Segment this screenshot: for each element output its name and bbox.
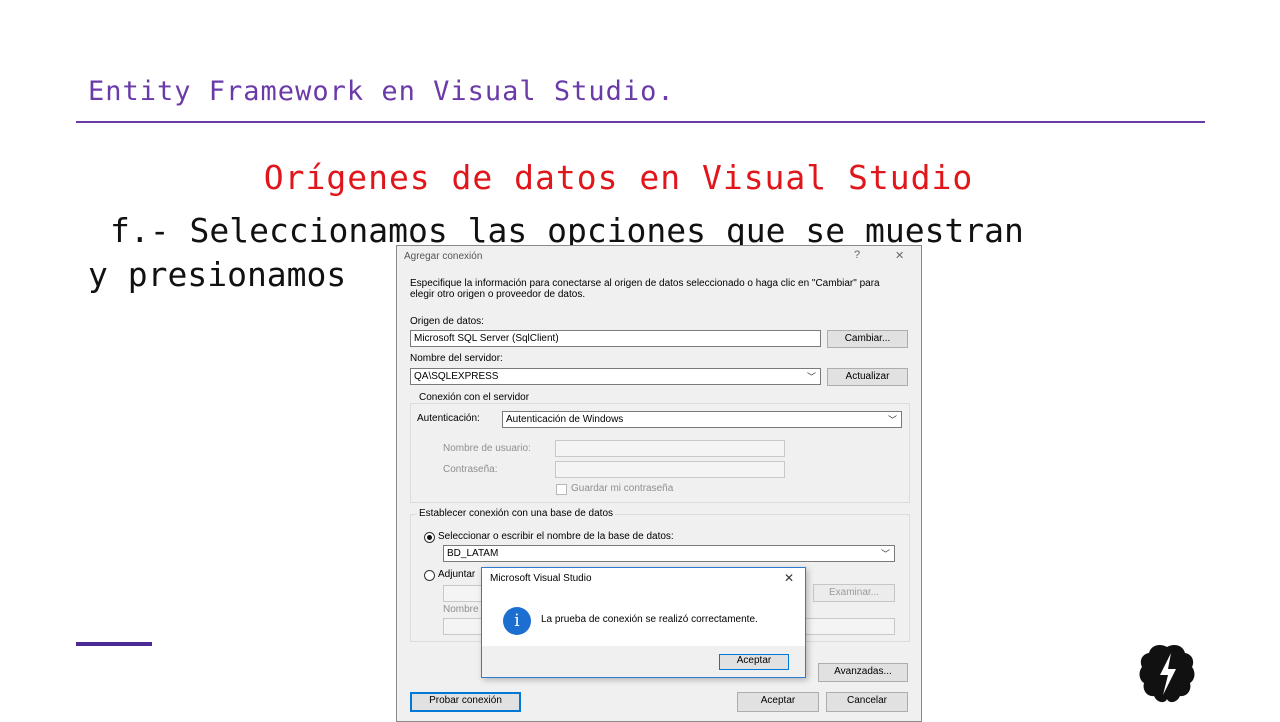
title-divider	[76, 121, 1205, 123]
refresh-button[interactable]: Actualizar	[827, 368, 908, 386]
save-password-checkbox[interactable]	[556, 484, 567, 495]
message-ok-button[interactable]: Aceptar	[719, 654, 789, 670]
attach-database-label: Adjuntar	[438, 569, 476, 580]
chevron-down-icon: ﹀	[887, 415, 897, 425]
chevron-down-icon: ﹀	[880, 549, 890, 559]
cancel-button[interactable]: Cancelar	[826, 692, 908, 712]
data-source-field: Microsoft SQL Server (SqlClient)	[410, 330, 821, 347]
ok-button[interactable]: Aceptar	[737, 692, 819, 712]
password-label: Contraseña:	[443, 464, 498, 475]
change-button[interactable]: Cambiar...	[827, 330, 908, 348]
help-button[interactable]: ?	[854, 249, 860, 261]
server-name-label: Nombre del servidor:	[410, 353, 503, 364]
connection-test-message-box: Microsoft Visual Studio ✕ i La prueba de…	[481, 567, 806, 678]
dialog-close-button[interactable]: ✕	[895, 249, 904, 262]
info-icon: i	[503, 607, 531, 635]
authentication-value: Autenticación de Windows	[506, 414, 624, 425]
database-name-value: BD_LATAM	[447, 548, 499, 559]
password-input[interactable]	[555, 461, 785, 478]
brain-logo-icon	[1139, 645, 1195, 703]
slide-subtitle: Orígenes de datos en Visual Studio	[263, 158, 974, 197]
dialog-title: Agregar conexión	[404, 251, 483, 262]
dialog-description: Especifique la información para conectar…	[410, 278, 880, 300]
browse-button[interactable]: Examinar...	[813, 584, 895, 602]
attach-database-radio[interactable]	[424, 570, 435, 581]
slide-title: Entity Framework en Visual Studio.	[88, 76, 675, 107]
username-label: Nombre de usuario:	[443, 443, 531, 454]
database-name-combobox[interactable]: BD_LATAM ﹀	[443, 545, 895, 562]
select-database-label: Seleccionar o escribir el nombre de la b…	[438, 531, 674, 542]
username-input[interactable]	[555, 440, 785, 457]
message-text: La prueba de conexión se realizó correct…	[541, 614, 758, 625]
accent-bar	[76, 642, 152, 646]
authentication-combobox[interactable]: Autenticación de Windows ﹀	[502, 411, 902, 428]
advanced-button[interactable]: Avanzadas...	[818, 663, 908, 682]
authentication-label: Autenticación:	[417, 413, 480, 424]
data-source-label: Origen de datos:	[410, 316, 484, 327]
server-name-value: QA\SQLEXPRESS	[414, 371, 499, 382]
chevron-down-icon: ﹀	[806, 372, 816, 382]
save-password-label: Guardar mi contraseña	[571, 483, 674, 494]
logical-name-label: Nombre	[443, 604, 479, 615]
database-connection-group-label: Establecer conexión con una base de dato…	[417, 508, 616, 519]
select-database-radio[interactable]	[424, 532, 435, 543]
body-text-line-2: y presionamos	[88, 255, 347, 294]
server-connection-group-label: Conexión con el servidor	[417, 392, 532, 403]
message-box-close-button[interactable]: ✕	[784, 571, 794, 585]
test-connection-button[interactable]: Probar conexión	[410, 692, 521, 712]
server-name-combobox[interactable]: QA\SQLEXPRESS ﹀	[410, 368, 821, 385]
message-box-title: Microsoft Visual Studio	[490, 573, 592, 584]
